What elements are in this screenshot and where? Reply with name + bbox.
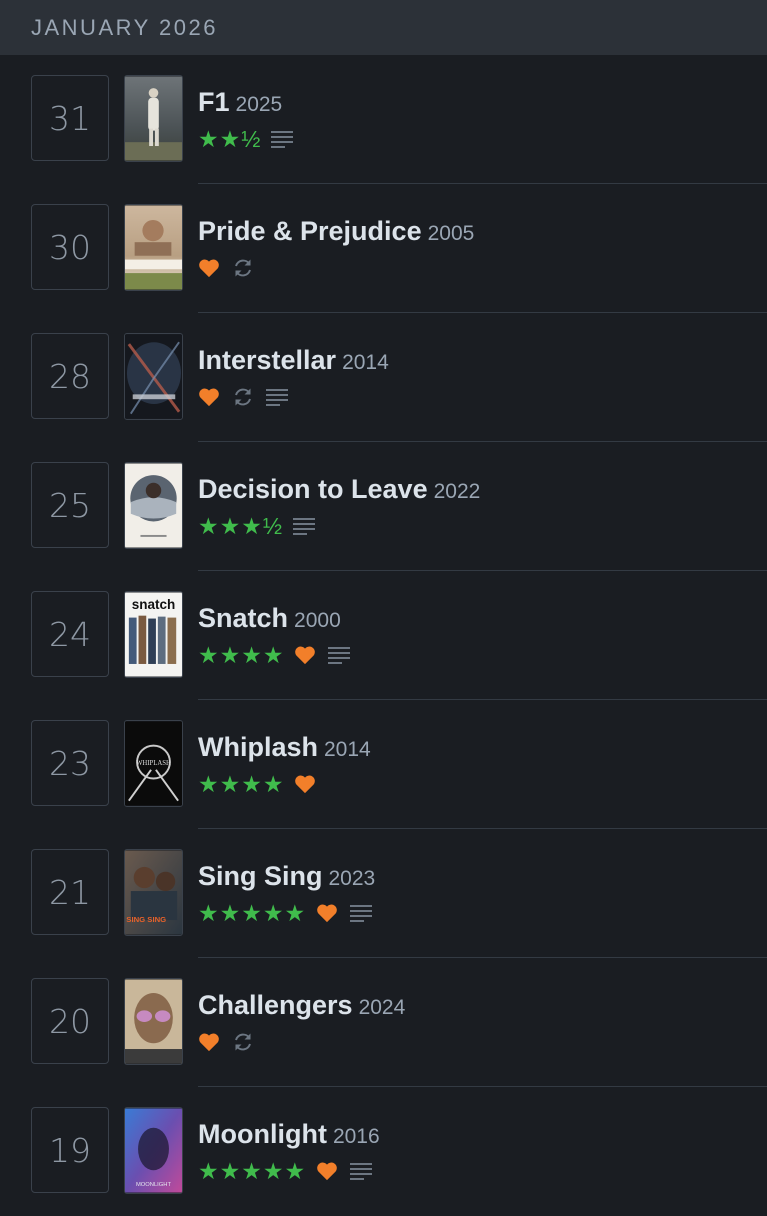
film-year[interactable]: 2025 [236,93,283,116]
film-year[interactable]: 2014 [342,351,389,374]
review-icon[interactable] [293,517,316,535]
review-icon[interactable] [266,388,288,406]
heart-icon[interactable] [198,387,220,407]
poster-sing-sing[interactable]: SING SING [124,849,183,936]
heart-icon[interactable] [294,645,316,665]
poster-moonlight[interactable]: MOONLIGHT [124,1107,183,1194]
diary-entry[interactable]: 24 snatch Snatch 2000 ★★★★ [0,571,767,700]
diary-entry[interactable]: 30 Pride & Prejudice 2005 [0,184,767,313]
poster-image [125,205,182,290]
poster-image [125,979,182,1064]
diary-entry[interactable]: 19 MOONLIGHT Moonlight 2016 ★★★★★ [0,1087,767,1216]
poster-title-text: snatch [132,597,176,612]
heart-icon[interactable] [294,774,316,794]
day-number[interactable]: 20 [31,978,109,1064]
film-title[interactable]: F1 [198,87,230,117]
diary-entry[interactable]: 31 F1 2025 ★★½ [0,55,767,184]
poster-title-text: WHIPLASH [136,760,171,767]
poster-pride-and-prejudice[interactable] [124,204,183,291]
poster-interstellar[interactable] [124,333,183,420]
diary-entry[interactable]: 20 Challengers 2024 [0,958,767,1087]
rewatch-icon[interactable] [232,257,254,279]
poster-title-text: SING SING [126,915,166,924]
day-number[interactable]: 19 [31,1107,109,1193]
poster-image: SING SING [125,850,182,935]
poster-title-text: MOONLIGHT [136,1182,171,1188]
rewatch-icon[interactable] [232,386,254,408]
film-year[interactable]: 2024 [359,996,406,1019]
day-number[interactable]: 21 [31,849,109,935]
star-rating: ★★★★ [198,642,285,668]
poster-image: WHIPLASH [125,721,182,806]
film-year[interactable]: 2005 [428,222,475,245]
diary-entry[interactable]: 28 Interstellar 2014 [0,313,767,442]
review-icon[interactable] [350,904,373,922]
day-number[interactable]: 25 [31,462,109,548]
film-title[interactable]: Snatch [198,603,288,633]
star-rating: ★★½ [198,126,262,152]
film-title[interactable]: Interstellar [198,345,336,375]
review-icon[interactable] [350,1162,373,1180]
star-rating: ★★★½ [198,513,284,539]
rewatch-icon[interactable] [232,1031,254,1053]
poster-f1[interactable] [124,75,183,162]
diary-entry[interactable]: 23 WHIPLASH Whiplash 2014 ★★★★ [0,700,767,829]
poster-image [125,334,182,419]
film-title[interactable]: Challengers [198,990,353,1020]
day-number[interactable]: 24 [31,591,109,677]
diary-entry[interactable]: 25 Decision to Leave 2022 ★★★½ [0,442,767,571]
review-icon[interactable] [271,130,294,148]
star-rating: ★★★★★ [198,1158,307,1184]
poster-challengers[interactable] [124,978,183,1065]
star-rating: ★★★★ [198,771,285,797]
poster-image: snatch [125,592,182,677]
poster-image [125,76,182,161]
day-number[interactable]: 23 [31,720,109,806]
day-number[interactable]: 31 [31,75,109,161]
heart-icon[interactable] [316,1161,338,1181]
diary-entry[interactable]: 21 SING SING Sing Sing 2023 ★★★★★ [0,829,767,958]
film-year[interactable]: 2014 [324,738,371,761]
heart-icon[interactable] [198,258,220,278]
film-year[interactable]: 2016 [333,1125,380,1148]
film-year[interactable]: 2023 [329,867,376,890]
poster-image: MOONLIGHT [125,1108,182,1193]
heart-icon[interactable] [198,1032,220,1052]
film-title[interactable]: Whiplash [198,732,318,762]
poster-whiplash[interactable]: WHIPLASH [124,720,183,807]
star-rating: ★★★★★ [198,900,307,926]
poster-decision-to-leave[interactable] [124,462,183,549]
film-year[interactable]: 2000 [294,609,341,632]
heart-icon[interactable] [316,903,338,923]
poster-image [125,463,182,548]
day-number[interactable]: 30 [31,204,109,290]
film-title[interactable]: Sing Sing [198,861,323,891]
poster-snatch[interactable]: snatch [124,591,183,678]
film-title[interactable]: Moonlight [198,1119,327,1149]
month-header: JANUARY 2026 [0,0,767,55]
day-number[interactable]: 28 [31,333,109,419]
diary-list: 31 F1 2025 ★★½ 30 Pride & Prejudice 2005… [0,55,767,1216]
film-title[interactable]: Decision to Leave [198,474,428,504]
film-year[interactable]: 2022 [434,480,481,503]
film-title[interactable]: Pride & Prejudice [198,216,422,246]
review-icon[interactable] [328,646,351,664]
